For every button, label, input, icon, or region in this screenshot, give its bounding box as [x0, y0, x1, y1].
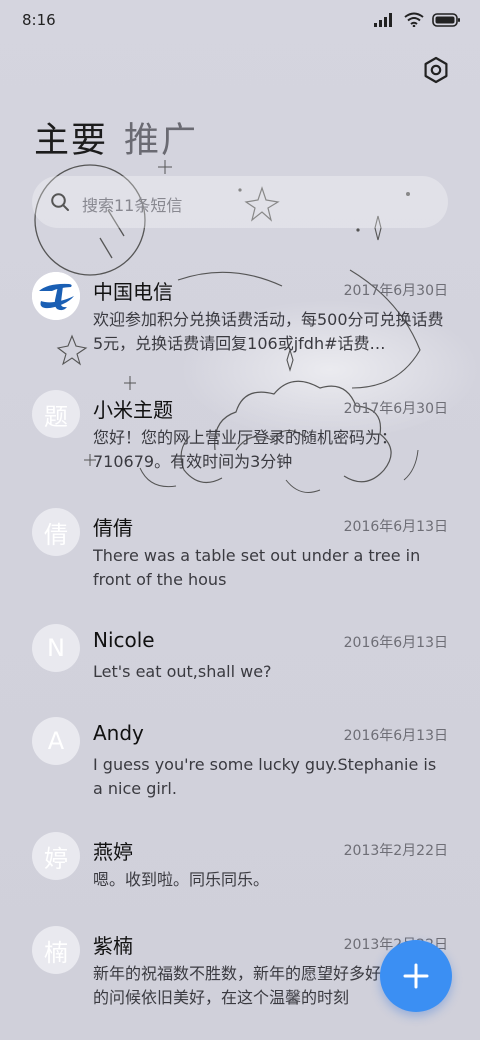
avatar: 倩 [32, 508, 80, 556]
conversation-item-yanting[interactable]: 婷 燕婷 2013年2月22日 嗯。收到啦。同乐同乐。 [0, 822, 480, 922]
conversation-item-china-telecom[interactable]: 中国电信 2017年6月30日 欢迎参加积分兑换话费活动，每500分可兑换话费5… [0, 262, 480, 362]
contact-name: 紫楠 [93, 934, 133, 958]
status-time: 8:16 [22, 11, 56, 29]
search-bar[interactable]: 搜索11条短信 [32, 176, 448, 228]
message-preview: There was a table set out under a tree i… [93, 546, 421, 589]
tabs: 主要 推广 [34, 112, 198, 163]
message-preview: I guess you're some lucky guy.Stephanie … [93, 755, 437, 798]
search-icon [51, 193, 69, 211]
settings-button[interactable] [420, 54, 452, 86]
settings-icon [424, 56, 448, 84]
search-placeholder: 搜索11条短信 [82, 196, 183, 215]
plus-icon [403, 963, 429, 989]
conversation-item-andy[interactable]: A Andy 2016年6月13日 I guess you're some lu… [0, 707, 480, 807]
message-preview: 欢迎参加积分兑换话费活动，每500分可兑换话费5元，兑换话费请回复106或jfd… [93, 310, 444, 353]
avatar: A [32, 717, 80, 765]
message-preview: Let's eat out,shall we? [93, 662, 272, 681]
avatar [32, 272, 80, 320]
tab-promotions[interactable]: 推广 [124, 112, 198, 163]
message-preview: 嗯。收到啦。同乐同乐。 [93, 870, 270, 889]
contact-name: 倩倩 [93, 516, 133, 540]
contact-name: Nicole [93, 628, 155, 652]
message-date: 2013年2月22日 [343, 843, 448, 859]
avatar: 婷 [32, 832, 80, 880]
status-bar: 8:16 [0, 0, 480, 44]
contact-name: Andy [93, 721, 144, 745]
avatar: N [32, 624, 80, 672]
message-date: 2016年6月13日 [343, 519, 448, 535]
message-date: 2016年6月13日 [343, 728, 448, 744]
message-date: 2016年6月13日 [343, 635, 448, 651]
contact-name: 小米主题 [93, 398, 173, 422]
wifi-icon [404, 12, 424, 27]
avatar: 题 [32, 390, 80, 438]
message-preview: 您好！您的网上营业厅登录的随机密码为：710679。有效时间为3分钟 [93, 428, 398, 471]
compose-button[interactable] [380, 940, 452, 1012]
contact-name: 燕婷 [93, 840, 133, 864]
signal-icon [374, 12, 392, 27]
china-telecom-logo-icon [32, 272, 80, 320]
message-date: 2017年6月30日 [343, 283, 448, 299]
contact-name: 中国电信 [93, 280, 173, 304]
battery-icon [432, 12, 460, 27]
avatar: 楠 [32, 926, 80, 974]
conversation-item-nicole[interactable]: N Nicole 2016年6月13日 Let's eat out,shall … [0, 614, 480, 714]
conversation-item-xiaomi-theme[interactable]: 题 小米主题 2017年6月30日 您好！您的网上营业厅登录的随机密码为：710… [0, 380, 480, 480]
message-date: 2017年6月30日 [343, 401, 448, 417]
status-icons [374, 12, 460, 27]
tab-primary[interactable]: 主要 [34, 112, 108, 163]
conversation-item-qianqian[interactable]: 倩 倩倩 2016年6月13日 There was a table set ou… [0, 498, 480, 598]
